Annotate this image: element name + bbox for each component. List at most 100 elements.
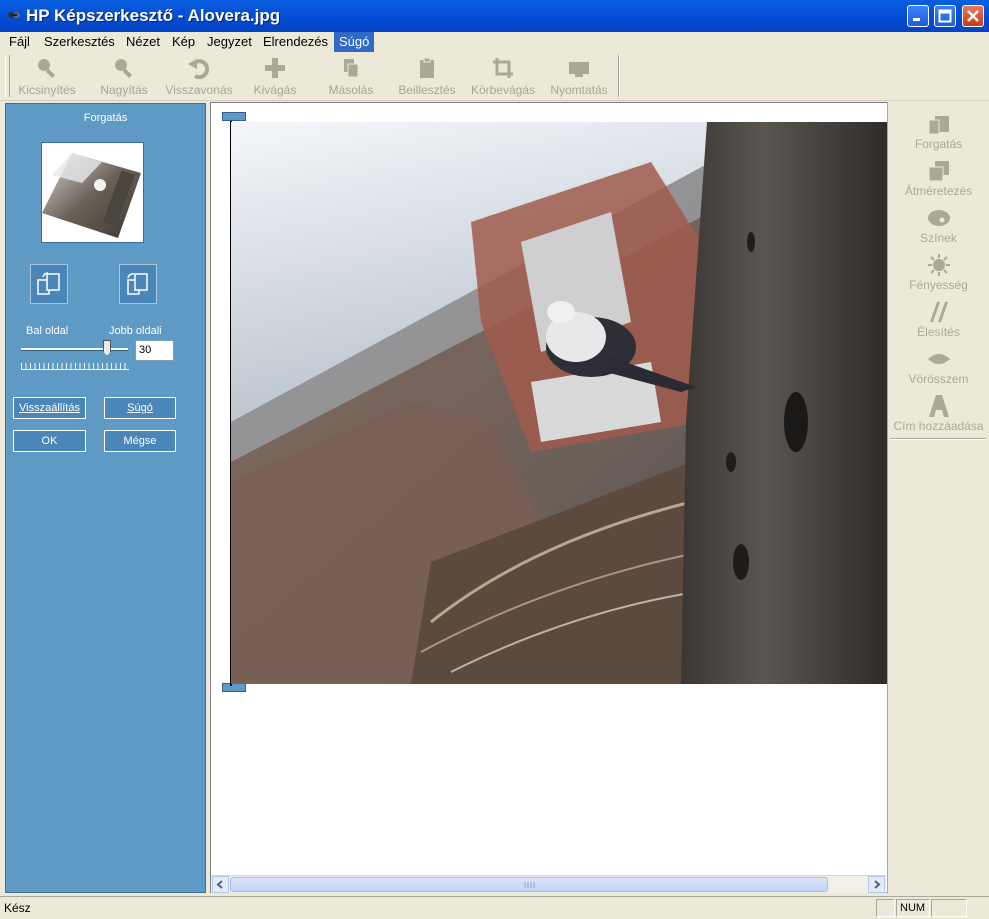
rotation-slider-track[interactable] <box>21 348 128 351</box>
tools-separator <box>890 438 986 440</box>
angle-input[interactable]: 30 <box>135 340 174 361</box>
tool-resize-label: Átméretezés <box>904 184 973 198</box>
rotate-panel: Forgatás Bal oldal Jobb oldali 30 Vissza… <box>5 103 206 893</box>
zoom-in-label: Nagyítás <box>100 83 148 97</box>
window-title: HP Képszerkesztő - Alovera.jpg <box>26 6 281 25</box>
right-side-label: Jobb oldali <box>109 325 162 337</box>
status-cell-num: NUM <box>896 899 930 917</box>
rotate-right-button[interactable] <box>119 264 157 304</box>
tool-sharpen[interactable]: Élesítés <box>888 300 989 339</box>
ok-label: OK <box>41 435 58 447</box>
rotate-left-button[interactable] <box>30 264 68 304</box>
status-cell-scroll <box>931 899 967 917</box>
zoom-in-button[interactable]: Nagyítás <box>93 54 155 98</box>
reset-button[interactable]: Visszaállítás <box>13 397 86 419</box>
resize-icon <box>928 161 949 182</box>
undo-label: Visszavonás <box>165 83 233 97</box>
tool-red-eye[interactable]: Vörösszem <box>888 347 989 386</box>
cancel-label: Mégse <box>123 435 157 447</box>
tool-brightness-label: Fényesség <box>909 278 968 292</box>
minimize-icon <box>913 18 920 21</box>
close-button[interactable] <box>962 5 984 27</box>
rotate-panel-title: Forgatás <box>83 112 128 124</box>
slider-ticks <box>21 363 129 370</box>
crop-icon <box>493 58 513 78</box>
maximize-icon <box>938 9 952 23</box>
arrow-right-icon <box>874 880 881 889</box>
bottom-resize-handle[interactable] <box>222 683 246 692</box>
menu-layout[interactable]: Elrendezés <box>258 32 333 52</box>
status-bar: Kész NUM <box>0 896 989 919</box>
sharpen-icon <box>929 302 948 322</box>
printer-icon <box>569 62 589 77</box>
toolbar-grip[interactable] <box>5 55 10 97</box>
rotate-icon <box>928 116 949 135</box>
tool-brightness[interactable]: Fényesség <box>888 253 989 292</box>
menu-help[interactable]: Súgó <box>334 32 375 52</box>
rotation-slider-thumb[interactable] <box>103 340 111 356</box>
reset-label: Visszaállítás <box>19 402 80 414</box>
undo-icon <box>188 59 210 80</box>
paste-button[interactable]: Beillesztés <box>395 54 459 98</box>
undo-button[interactable]: Visszavonás <box>162 54 236 98</box>
tool-sharpen-label: Élesítés <box>917 325 960 339</box>
tool-add-caption-label: Cím hozzáadása <box>893 419 984 433</box>
menu-annotation[interactable]: Jegyzet <box>202 32 257 52</box>
tool-colors[interactable]: Színek <box>888 206 989 245</box>
copy-icon <box>344 59 359 78</box>
toolbar-separator <box>618 55 620 97</box>
scroll-left-button[interactable] <box>212 876 229 893</box>
paste-label: Beillesztés <box>398 83 456 97</box>
status-cell-caps <box>876 899 895 917</box>
eye-icon <box>927 354 950 364</box>
tool-resize[interactable]: Átméretezés <box>888 159 989 198</box>
copy-button[interactable]: Másolás <box>322 54 380 98</box>
zoom-out-label: Kicsinyítés <box>18 83 76 97</box>
top-resize-handle[interactable] <box>222 112 246 121</box>
cancel-button[interactable]: Mégse <box>104 430 176 452</box>
tool-rotate-label: Forgatás <box>914 137 963 151</box>
tools-panel: Forgatás Átméretezés Színek Fényesség Él… <box>887 102 989 893</box>
menu-file[interactable]: Fájl <box>4 32 35 52</box>
magnifier-icon <box>115 59 132 78</box>
grip-icon <box>524 882 535 888</box>
clipboard-icon <box>420 57 434 78</box>
palette-icon <box>927 210 950 226</box>
title-bar: HP Képszerkesztő - Alovera.jpg <box>0 0 989 32</box>
crop-button[interactable]: Körbevágás <box>468 54 538 98</box>
menu-image[interactable]: Kép <box>167 32 200 52</box>
left-side-label: Bal oldal <box>26 325 69 337</box>
rotate-right-icon <box>127 273 148 295</box>
menu-bar: Fájl Szerkesztés Nézet Kép Jegyzet Elren… <box>0 32 989 52</box>
text-a-icon <box>928 395 949 417</box>
maximize-button[interactable] <box>934 5 956 27</box>
scroll-right-button[interactable] <box>868 876 885 893</box>
status-text: Kész <box>4 901 31 915</box>
sun-icon <box>927 254 950 276</box>
rotation-preview <box>41 142 144 243</box>
photo <box>231 122 887 684</box>
ok-button[interactable]: OK <box>13 430 86 452</box>
scroll-thumb[interactable] <box>230 877 828 892</box>
tool-rotate[interactable]: Forgatás <box>888 112 989 151</box>
scissors-icon <box>265 58 285 78</box>
rotation-preview-image <box>42 153 141 238</box>
arrow-left-icon <box>216 880 223 889</box>
rotate-left-icon <box>37 272 60 295</box>
menu-edit[interactable]: Szerkesztés <box>39 32 120 52</box>
help-button[interactable]: Súgó <box>104 397 176 419</box>
magnifier-icon <box>38 59 55 78</box>
tool-add-caption[interactable]: Cím hozzáadása <box>888 394 989 433</box>
minimize-button[interactable] <box>907 5 929 27</box>
horizontal-scrollbar[interactable] <box>211 875 886 893</box>
print-button[interactable]: Nyomtatás <box>546 54 612 98</box>
menu-view[interactable]: Nézet <box>121 32 165 52</box>
cut-label: Kivágás <box>253 83 297 97</box>
crop-label: Körbevágás <box>470 83 536 97</box>
cut-button[interactable]: Kivágás <box>246 54 304 98</box>
zoom-out-button[interactable]: Kicsinyítés <box>14 54 80 98</box>
toolbar: Kicsinyítés Nagyítás Visszavonás Kivágás… <box>0 52 989 101</box>
copy-label: Másolás <box>328 83 374 97</box>
print-label: Nyomtatás <box>550 83 608 97</box>
photo-image <box>231 122 887 684</box>
